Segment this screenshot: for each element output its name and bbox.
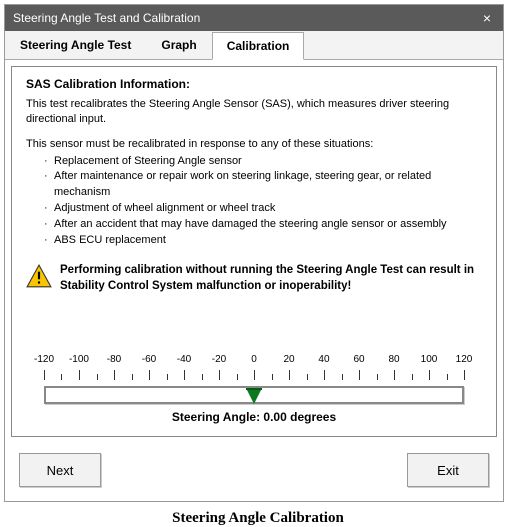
scale-label: 40 (318, 354, 329, 365)
list-item: After an accident that may have damaged … (44, 217, 482, 233)
warning-block: Performing calibration without running t… (26, 263, 482, 294)
tick-minor (342, 374, 343, 380)
close-icon[interactable]: × (479, 10, 495, 26)
sas-info-heading: SAS Calibration Information: (26, 77, 482, 91)
exit-button[interactable]: Exit (407, 453, 489, 487)
titlebar: Steering Angle Test and Calibration × (5, 5, 503, 31)
scale-label: -20 (212, 354, 226, 365)
readout-label: Steering Angle: (172, 410, 260, 424)
tick-major (289, 370, 290, 380)
tick-major (219, 370, 220, 380)
figure-caption: Steering Angle Calibration (0, 510, 516, 527)
tick-major (114, 370, 115, 380)
gauge-scale: -120-100-80-60-40-20020406080100120 (44, 354, 464, 384)
tab-calibration[interactable]: Calibration (212, 32, 305, 60)
gauge-bar[interactable] (44, 386, 464, 404)
tick-minor (307, 374, 308, 380)
next-button[interactable]: Next (19, 453, 101, 487)
window-title: Steering Angle Test and Calibration (13, 11, 479, 25)
scale-label: 0 (251, 354, 257, 365)
list-item: After maintenance or repair work on stee… (44, 169, 482, 201)
tab-graph[interactable]: Graph (146, 31, 211, 59)
scale-label: -40 (177, 354, 191, 365)
sas-intro-text: This test recalibrates the Steering Angl… (26, 97, 482, 127)
tick-major (394, 370, 395, 380)
situations-list: Replacement of Steering Angle sensor Aft… (44, 154, 482, 250)
scale-label: -100 (69, 354, 89, 365)
content-panel: SAS Calibration Information: This test r… (11, 66, 497, 437)
tick-major (429, 370, 430, 380)
tick-minor (202, 374, 203, 380)
list-item: Adjustment of wheel alignment or wheel t… (44, 201, 482, 217)
scale-label: -80 (107, 354, 121, 365)
scale-label: 100 (421, 354, 438, 365)
tick-major (79, 370, 80, 380)
tick-minor (97, 374, 98, 380)
tab-bar: Steering Angle Test Graph Calibration (5, 31, 503, 60)
scale-label: -120 (34, 354, 54, 365)
tick-minor (272, 374, 273, 380)
tab-steering-angle-test[interactable]: Steering Angle Test (5, 31, 146, 59)
tick-minor (167, 374, 168, 380)
scale-label: 20 (283, 354, 294, 365)
situations-lead: This sensor must be recalibrated in resp… (26, 137, 482, 152)
tick-minor (61, 374, 62, 380)
window: Steering Angle Test and Calibration × St… (4, 4, 504, 502)
tick-major (44, 370, 45, 380)
tick-minor (377, 374, 378, 380)
gauge-readout: Steering Angle: 0.00 degrees (26, 410, 482, 424)
button-row: Next Exit (5, 443, 503, 501)
tick-major (464, 370, 465, 380)
scale-label: 80 (388, 354, 399, 365)
tick-major (324, 370, 325, 380)
warning-text: Performing calibration without running t… (60, 263, 482, 294)
gauge: -120 -100 -80 -60 -40 -20 0 20 40 60 80 100 120 Stee… (26, 354, 482, 424)
list-item: Replacement of Steering Angle sensor (44, 154, 482, 170)
tick-minor (412, 374, 413, 380)
gauge-ticks (44, 368, 464, 380)
gauge-scale-labels: -120-100-80-60-40-20020406080100120 (44, 354, 464, 366)
tick-minor (132, 374, 133, 380)
warning-icon (26, 263, 52, 292)
tick-major (359, 370, 360, 380)
list-item: ABS ECU replacement (44, 233, 482, 249)
tick-major (184, 370, 185, 380)
scale-label: 120 (456, 354, 473, 365)
scale-label: -60 (142, 354, 156, 365)
readout-value: 0.00 degrees (263, 410, 336, 424)
tick-major (149, 370, 150, 380)
scale-label: 60 (353, 354, 364, 365)
tick-minor (447, 374, 448, 380)
tick-major (254, 370, 255, 380)
tick-minor (237, 374, 238, 380)
gauge-marker (246, 388, 262, 404)
